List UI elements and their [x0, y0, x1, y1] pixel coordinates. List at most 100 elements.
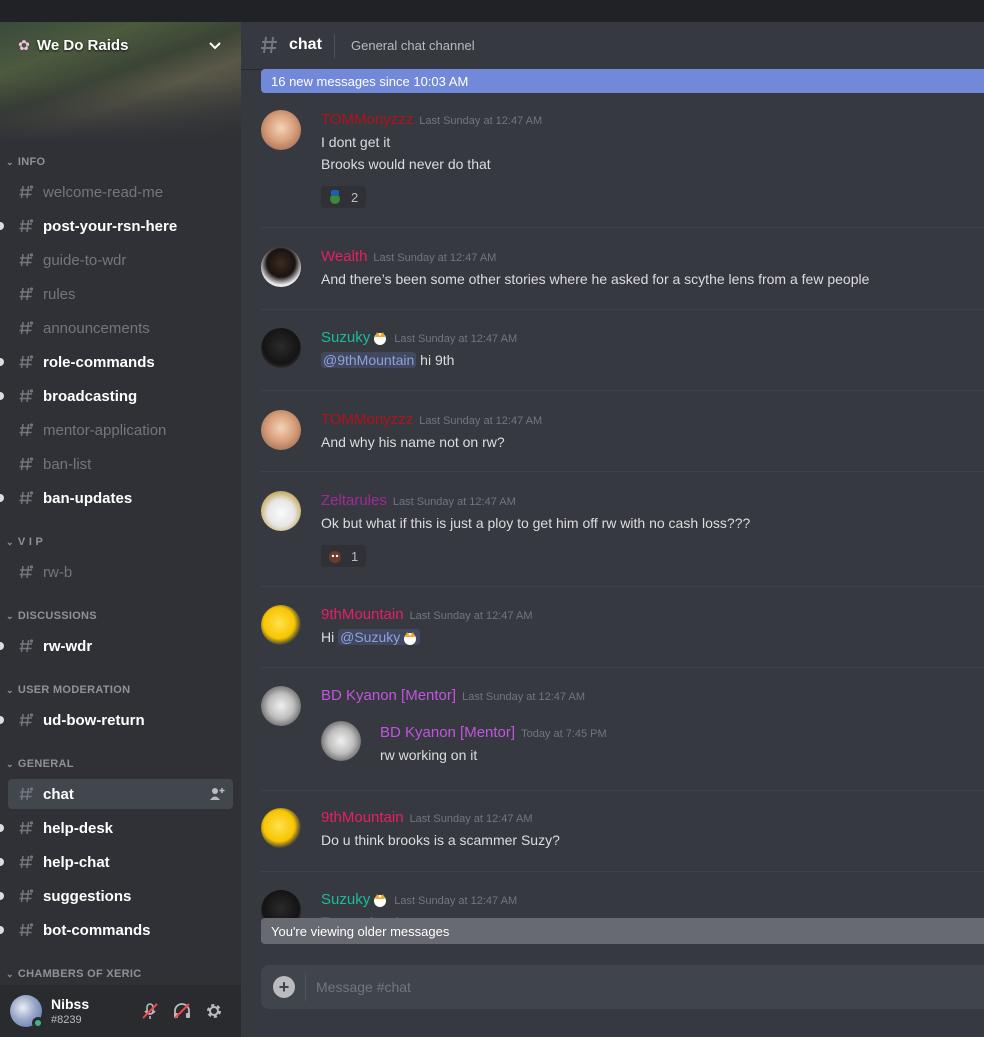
channel-announcements[interactable]: announcements	[8, 313, 233, 343]
channel-suggestions[interactable]: suggestions	[0, 881, 233, 911]
user-mention[interactable]: @Suzuky	[338, 629, 421, 646]
timestamp: Last Sunday at 12:47 AM	[462, 691, 585, 703]
message-composer: +	[261, 965, 984, 1009]
channel-mentor-application[interactable]: mentor-application	[8, 415, 233, 445]
channel-label: announcements	[43, 319, 150, 337]
channel-rules[interactable]: rules	[8, 279, 233, 309]
channel-label: bot-commands	[43, 921, 151, 939]
author-name[interactable]: Wealth	[321, 248, 367, 265]
text-channel-icon	[19, 253, 34, 267]
text-channel-icon	[19, 855, 34, 869]
category-label: CHAMBERS OF XERIC	[17, 968, 142, 980]
text-channel-icon	[19, 321, 34, 335]
channel-role-commands[interactable]: role-commands	[0, 347, 233, 377]
avatar[interactable]	[261, 110, 301, 150]
category-vip[interactable]: ⌄ V I P	[6, 535, 43, 549]
chevron-down-icon[interactable]	[206, 36, 224, 54]
channel-ud-bow-return[interactable]: ud-bow-return	[0, 705, 233, 735]
text-channel-icon	[261, 36, 277, 54]
channel-help-desk[interactable]: help-desk	[0, 813, 233, 843]
mention-label: @Suzuky	[340, 629, 401, 645]
unread-indicator	[0, 222, 4, 230]
message-header: Zeltarules Last Sunday at 12:47 AM	[321, 492, 516, 509]
author-name[interactable]: Suzuky	[321, 891, 370, 908]
channel-topic[interactable]: General chat channel	[351, 38, 475, 53]
new-messages-bar[interactable]: 16 new messages since 10:03 AM	[261, 69, 984, 93]
channel-help-chat[interactable]: help-chat	[0, 847, 233, 877]
message-header: TOMMonyzzz Last Sunday at 12:47 AM	[321, 111, 542, 128]
quoted-header: BD Kyanon [Mentor] Today at 7:45 PM	[380, 724, 607, 741]
mute-mic-icon[interactable]	[140, 1001, 160, 1021]
text-channel-icon	[19, 787, 34, 801]
author-name[interactable]: 9thMountain	[321, 809, 404, 826]
channel-label: mentor-application	[43, 421, 167, 439]
author-name[interactable]: 9thMountain	[321, 606, 404, 623]
reaction-button[interactable]: 2	[321, 186, 367, 208]
message-divider	[261, 667, 984, 668]
older-messages-bar[interactable]: You're viewing older messages	[261, 918, 984, 944]
channel-chat[interactable]: chat	[8, 779, 233, 809]
server-banner[interactable]: ✿ We Do Raids	[0, 22, 241, 142]
upload-plus-icon[interactable]: +	[273, 976, 295, 998]
timestamp: Last Sunday at 12:47 AM	[392, 496, 516, 508]
channel-ban-updates[interactable]: ban-updates	[0, 483, 233, 513]
frog-emoji-icon	[330, 190, 340, 204]
author-name[interactable]: Suzuky	[321, 329, 370, 346]
gear-icon[interactable]	[204, 1001, 224, 1021]
reaction-button[interactable]: 1	[321, 545, 367, 567]
category-label: USER MODERATION	[17, 684, 131, 696]
channel-broadcasting[interactable]: broadcasting	[0, 381, 233, 411]
message-header: 9thMountain Last Sunday at 12:47 AM	[321, 809, 532, 826]
unread-indicator	[0, 392, 4, 400]
channel-welcome-read-me[interactable]: welcome-read-me	[8, 177, 233, 207]
message-header: Suzuky Last Sunday at 12:47 AM	[321, 891, 517, 908]
channel-label: ud-bow-return	[43, 711, 145, 729]
message-text: I dont get it	[321, 134, 391, 150]
text-channel-icon	[19, 287, 34, 301]
chat-area: chat General chat channel 16 new message…	[241, 22, 984, 1037]
server-name-row[interactable]: ✿ We Do Raids	[16, 34, 226, 56]
message-text: rw working on it	[380, 747, 478, 763]
user-mention[interactable]: @9thMountain	[321, 352, 417, 368]
author-name[interactable]: TOMMonyzzz	[321, 411, 413, 428]
text-channel-icon	[19, 639, 34, 653]
category-general[interactable]: ⌄ GENERAL	[6, 757, 74, 771]
avatar[interactable]	[261, 328, 301, 368]
message-text: @9thMountain hi 9th	[321, 352, 454, 368]
unread-indicator	[0, 642, 4, 650]
avatar[interactable]	[261, 605, 301, 645]
create-invite-icon[interactable]	[209, 786, 225, 802]
category-chambers-of-xeric[interactable]: ⌄ CHAMBERS OF XERIC	[6, 967, 142, 981]
author-name[interactable]: BD Kyanon [Mentor]	[321, 687, 456, 704]
author-name[interactable]: BD Kyanon [Mentor]	[380, 724, 515, 741]
channel-rw-wdr[interactable]: rw-wdr	[0, 631, 233, 661]
caret-icon: ⌄	[6, 684, 14, 695]
avatar[interactable]	[261, 686, 301, 726]
channel-bot-commands[interactable]: bot-commands	[0, 915, 233, 945]
message-divider	[261, 309, 984, 310]
message-input[interactable]	[316, 977, 916, 997]
deafen-headphones-icon[interactable]	[172, 1001, 192, 1021]
avatar[interactable]	[261, 410, 301, 450]
avatar[interactable]	[321, 721, 361, 761]
category-info[interactable]: ⌄ INFO	[6, 155, 45, 169]
channel-ban-list[interactable]: ban-list	[8, 449, 233, 479]
channel-post-your-rsn-here[interactable]: post-your-rsn-here	[0, 211, 233, 241]
avatar[interactable]	[261, 491, 301, 531]
category-user-moderation[interactable]: ⌄ USER MODERATION	[6, 683, 130, 697]
caret-icon: ⌄	[6, 536, 14, 547]
channel-label: ban-list	[43, 455, 92, 473]
caret-icon: ⌄	[6, 156, 14, 167]
channel-label: rw-wdr	[43, 637, 93, 655]
message-text: And there’s been some other stories wher…	[321, 271, 870, 287]
unread-indicator	[0, 858, 4, 866]
channel-guide-to-wdr[interactable]: guide-to-wdr	[8, 245, 233, 275]
avatar[interactable]	[261, 808, 301, 848]
category-discussions[interactable]: ⌄ DISCUSSIONS	[6, 609, 97, 623]
author-name[interactable]: TOMMonyzzz	[321, 111, 413, 128]
channel-rw-b[interactable]: rw-b	[8, 557, 233, 587]
author-name[interactable]: Zeltarules	[321, 492, 387, 509]
avatar[interactable]	[261, 247, 301, 287]
message-header: 9thMountain Last Sunday at 12:47 AM	[321, 606, 532, 623]
channel-label: ban-updates	[43, 489, 133, 507]
